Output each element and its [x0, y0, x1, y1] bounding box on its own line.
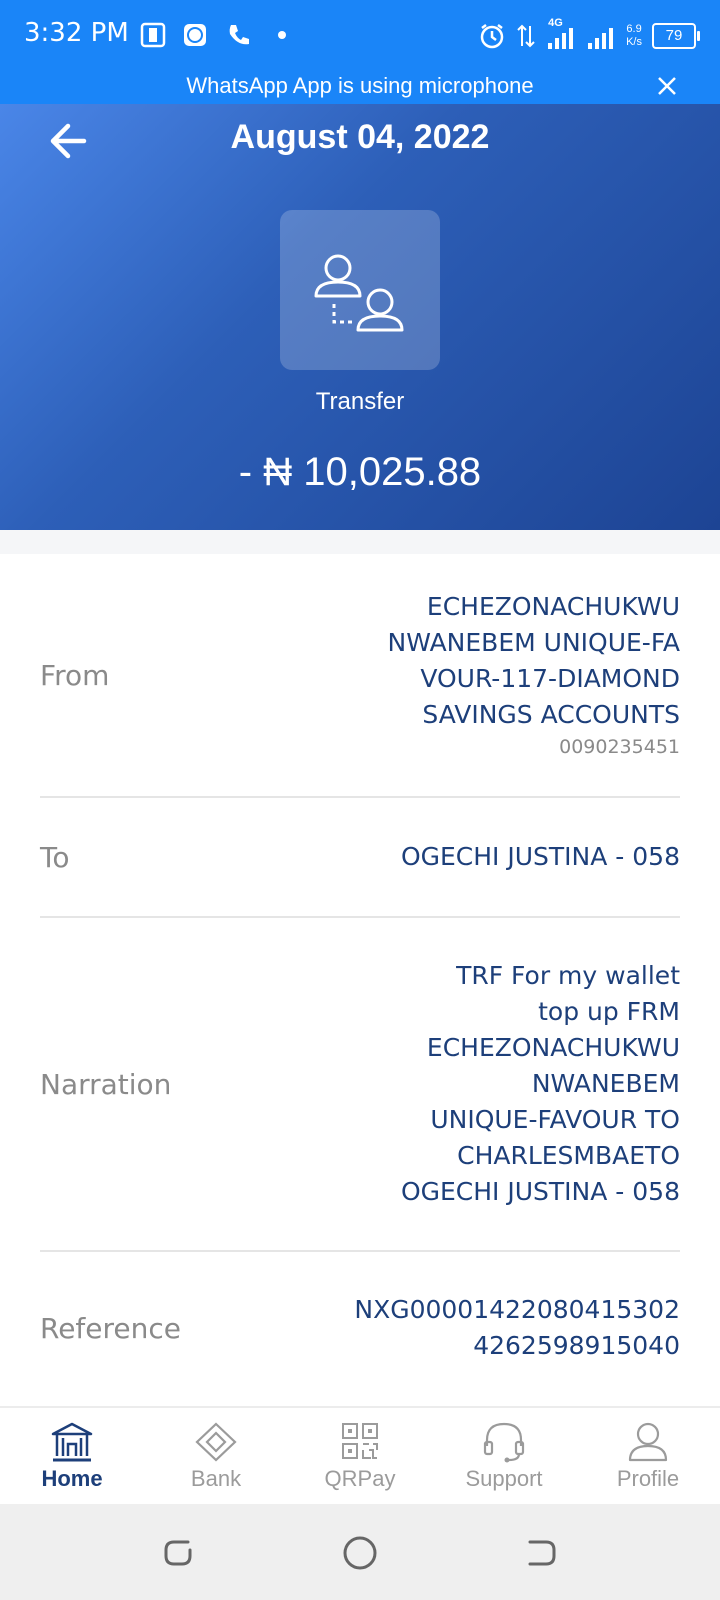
headset-icon	[483, 1422, 525, 1463]
signal-4g-group: 4G	[546, 17, 576, 51]
nav-label-profile: Profile	[616, 1466, 680, 1491]
qr-code-icon	[342, 1423, 378, 1459]
narration-line: UNIQUE-FAVOUR TO	[430, 1105, 680, 1134]
reference-value: NXG00001422080415302 4262598915040	[354, 1292, 680, 1364]
phone-call-icon	[229, 25, 249, 45]
detail-row-to: To OGECHI JUSTINA - 058	[40, 798, 680, 918]
section-divider	[0, 530, 720, 554]
from-value-line: NWANEBEM UNIQUE-FA	[387, 628, 680, 657]
from-value-line: VOUR-117-DIAMOND	[420, 664, 680, 693]
user-icon	[628, 1422, 668, 1462]
diamond-icon	[195, 1422, 237, 1462]
from-account-number: 0090235451	[559, 736, 680, 758]
nav-label-support: Support	[465, 1466, 543, 1491]
narration-line: NWANEBEM	[531, 1069, 680, 1098]
network-speed-unit: K/s	[626, 36, 642, 48]
from-label: From	[40, 658, 110, 692]
nav-label-home: Home	[41, 1466, 103, 1491]
home-circle-icon[interactable]	[341, 1534, 379, 1572]
signal-strength-2-icon	[588, 28, 614, 49]
detail-row-from: From ECHEZONACHUKWU NWANEBEM UNIQUE-FA V…	[40, 554, 680, 798]
from-value-line: ECHEZONACHUKWU	[426, 592, 680, 621]
bottom-navigation: Home Bank QRPay Support Profile	[0, 1406, 720, 1506]
narration-line: TRF For my wallet	[456, 961, 680, 990]
from-value-line: SAVINGS ACCOUNTS	[422, 700, 680, 729]
narration-line: CHARLESMBAETO	[457, 1141, 680, 1170]
battery-indicator: 79	[652, 23, 700, 49]
narration-line: ECHEZONACHUKWU	[426, 1033, 680, 1062]
network-type: 4G	[548, 17, 563, 29]
narration-line: OGECHI JUSTINA - 058	[400, 1177, 680, 1206]
back-system-icon[interactable]	[522, 1534, 560, 1572]
microphone-usage-banner[interactable]: WhatsApp App is using microphone	[0, 72, 720, 104]
status-time: 3:32 PM	[24, 18, 129, 48]
system-navigation-bar	[0, 1504, 720, 1600]
nav-label-bank: Bank	[190, 1466, 242, 1491]
recent-apps-icon[interactable]	[160, 1534, 198, 1572]
detail-row-narration: Narration TRF For my wallet top up FRM E…	[40, 918, 680, 1252]
transaction-details: From ECHEZONACHUKWU NWANEBEM UNIQUE-FA V…	[40, 554, 680, 1404]
nav-label-qrpay: QRPay	[324, 1466, 396, 1491]
reference-line: NXG00001422080415302	[354, 1295, 680, 1324]
close-icon[interactable]	[652, 71, 682, 101]
banner-text: WhatsApp App is using microphone	[186, 73, 534, 98]
narration-label: Narration	[40, 1067, 172, 1101]
detail-row-reference: Reference NXG00001422080415302 426259891…	[40, 1252, 680, 1404]
app-notification-icon	[140, 22, 166, 48]
narration-value: TRF For my wallet top up FRM ECHEZONACHU…	[401, 958, 680, 1210]
to-value: OGECHI JUSTINA - 058	[400, 842, 680, 871]
data-arrows-icon	[517, 24, 535, 48]
to-label: To	[40, 840, 70, 874]
nav-item-qrpay[interactable]: QRPay	[288, 1408, 432, 1506]
alarm-icon	[480, 24, 504, 49]
status-bar: 3:32 PM 4G 6.9 K/s 79	[0, 0, 720, 72]
transfer-users-icon	[314, 254, 404, 332]
messenger-notification-icon	[184, 24, 206, 46]
transaction-header: August 04, 2022 Transfer - ₦ 10,025.88	[0, 104, 720, 530]
nav-item-home[interactable]: Home	[0, 1408, 144, 1506]
transaction-type-label: Transfer	[315, 388, 405, 415]
nav-item-profile[interactable]: Profile	[576, 1408, 720, 1506]
nav-item-support[interactable]: Support	[432, 1408, 576, 1506]
reference-label: Reference	[40, 1311, 181, 1345]
narration-line: top up FRM	[538, 997, 680, 1026]
reference-line: 4262598915040	[473, 1331, 680, 1360]
network-speed: 6.9 K/s	[626, 23, 642, 49]
page-title: August 04, 2022	[230, 118, 490, 156]
transaction-amount: - ₦ 10,025.88	[238, 450, 482, 494]
nav-item-bank[interactable]: Bank	[144, 1408, 288, 1506]
status-right-group: 4G 6.9 K/s 79	[478, 16, 700, 56]
transaction-type-icon-box	[280, 210, 440, 370]
bank-building-icon	[51, 1422, 93, 1462]
network-speed-value: 6.9	[626, 23, 642, 35]
notification-dot-icon	[278, 31, 286, 39]
from-value: ECHEZONACHUKWU NWANEBEM UNIQUE-FA VOUR-1…	[388, 589, 680, 761]
